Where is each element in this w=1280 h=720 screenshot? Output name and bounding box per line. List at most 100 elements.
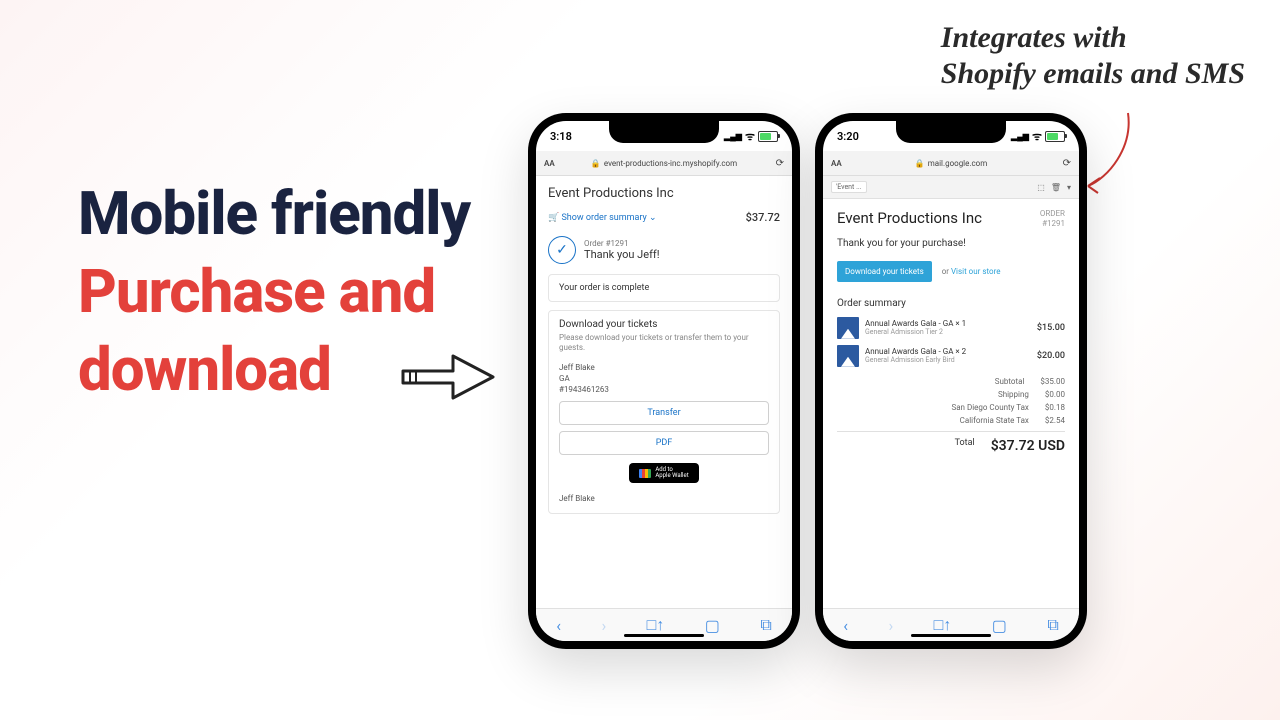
browser-bar: AA 🔒 event-productions-inc.myshopify.com… — [536, 151, 792, 176]
visit-store: or Visit our store — [942, 267, 1001, 276]
product-thumb — [837, 345, 859, 367]
item-variant: General Admission Early Bird — [865, 356, 1031, 364]
row-label: Shipping — [837, 390, 1029, 399]
download-sub: Please download your tickets or transfer… — [559, 333, 769, 354]
check-circle-icon: ✓ — [548, 236, 576, 264]
ticket-name: Jeff Blake — [559, 362, 769, 373]
download-title: Download your tickets — [559, 319, 769, 330]
list-item: Annual Awards Gala - GA × 1 General Admi… — [837, 317, 1065, 339]
table-row: San Diego County Tax $0.18 — [837, 401, 1065, 414]
cart-icon-group: 🛒 Show order summary ⌄ — [548, 213, 657, 223]
forward-icon[interactable]: › — [888, 616, 893, 635]
forward-icon[interactable]: › — [601, 616, 606, 635]
signal-icon: ▂▄▆ — [1011, 132, 1029, 141]
battery-icon — [758, 131, 778, 142]
sender-chip[interactable]: 'Event ... — [831, 181, 867, 193]
url-text: event-productions-inc.myshopify.com — [604, 159, 737, 168]
headline-line-2: Purchase and — [78, 253, 470, 331]
download-tickets-button[interactable]: Download your tickets — [837, 261, 932, 282]
wifi-icon: ᯤ — [1032, 129, 1042, 144]
annotation: Integrates with Shopify emails and SMS — [941, 20, 1245, 92]
table-row: Shipping$0.00 — [837, 388, 1065, 401]
ticket-id: #1943461263 — [559, 384, 769, 395]
store-title: Event Productions Inc — [548, 186, 780, 201]
grand-total-row: Total $37.72 USD — [837, 431, 1065, 456]
totals: Subtotal $35.00 Shipping$0.00 San Diego C… — [837, 375, 1065, 456]
back-icon[interactable]: ‹ — [556, 616, 561, 635]
text-size-icon[interactable]: AA — [831, 159, 842, 168]
annotation-line-2: Shopify emails and SMS — [941, 56, 1245, 92]
annotation-line-1: Integrates with — [941, 20, 1245, 56]
item-name: Annual Awards Gala - GA × 2 — [865, 347, 1031, 357]
download-tickets-card: Download your tickets Please download yo… — [548, 310, 780, 514]
row-value: $2.54 — [1045, 416, 1065, 425]
more-icon[interactable]: ▾ — [1067, 183, 1071, 192]
order-label: ORDER — [1040, 209, 1065, 219]
reload-icon[interactable]: ⟳ — [1063, 158, 1071, 169]
home-indicator[interactable] — [624, 634, 704, 637]
email-header: Event Productions Inc ORDER #1291 — [837, 209, 1065, 230]
ticket-tier: GA — [559, 373, 769, 384]
row-label: Subtotal — [837, 377, 1024, 386]
arrow-curve-icon — [1078, 108, 1138, 198]
item-name: Annual Awards Gala - GA × 1 — [865, 319, 1031, 329]
chevron-down-icon: ⌄ — [649, 213, 657, 223]
status-time: 3:18 — [550, 130, 572, 143]
row-label: California State Tax — [837, 416, 1029, 425]
row-label: Total — [837, 438, 975, 454]
share-icon[interactable]: □↑ — [647, 615, 665, 635]
share-icon[interactable]: □↑ — [934, 615, 952, 635]
order-complete-text: Your order is complete — [559, 283, 649, 293]
status-icons: ▂▄▆ ᯤ — [724, 129, 778, 144]
summary-toggle-label: Show order summary — [561, 213, 646, 223]
order-summary-toggle[interactable]: 🛒 Show order summary ⌄ $37.72 — [548, 211, 780, 224]
order-number: #1291 — [1040, 219, 1065, 229]
signal-icon: ▂▄▆ — [724, 132, 742, 141]
phone-checkout: 3:18 ▂▄▆ ᯤ AA 🔒 event-productions-inc.my… — [528, 113, 800, 649]
product-name: Annual Awards Gala - GA × 1 General Admi… — [865, 319, 1031, 337]
url-field[interactable]: 🔒 mail.google.com — [915, 159, 988, 168]
bookmarks-icon[interactable]: ▢ — [992, 616, 1007, 635]
tabs-icon[interactable]: ⧉ — [760, 615, 771, 635]
or-text: or — [942, 267, 949, 276]
reload-icon[interactable]: ⟳ — [776, 158, 784, 169]
archive-icon[interactable]: ⬚ — [1037, 183, 1045, 192]
row-label: San Diego County Tax — [837, 403, 1029, 412]
summary-price: $37.72 — [746, 211, 780, 224]
back-icon[interactable]: ‹ — [843, 616, 848, 635]
notch — [896, 121, 1006, 143]
row-value: $35.00 — [1040, 377, 1065, 386]
home-indicator[interactable] — [911, 634, 991, 637]
email-title: Event Productions Inc — [837, 209, 982, 229]
order-complete-card: Your order is complete — [548, 274, 780, 302]
url-text: mail.google.com — [928, 159, 988, 168]
email-body: Event Productions Inc ORDER #1291 Thank … — [823, 199, 1079, 466]
table-row: California State Tax $2.54 — [837, 414, 1065, 427]
notch — [609, 121, 719, 143]
url-field[interactable]: 🔒 event-productions-inc.myshopify.com — [591, 159, 737, 168]
delete-icon[interactable]: 🗑 — [1051, 183, 1061, 192]
text-size-icon[interactable]: AA — [544, 159, 555, 168]
apple-wallet-button[interactable]: Add to Apple Wallet — [629, 463, 699, 483]
marketing-slide: Mobile friendly Purchase and download In… — [0, 0, 1280, 720]
item-variant: General Admission Tier 2 — [865, 328, 1031, 336]
checkout-content: Event Productions Inc 🛒 Show order summa… — [536, 176, 792, 630]
row-value: $0.18 — [1045, 403, 1065, 412]
bookmarks-icon[interactable]: ▢ — [705, 616, 720, 635]
tabs-icon[interactable]: ⧉ — [1047, 615, 1058, 635]
pdf-button[interactable]: PDF — [559, 431, 769, 455]
email-thank: Thank you for your purchase! — [837, 238, 1065, 249]
transfer-button[interactable]: Transfer — [559, 401, 769, 425]
lock-icon: 🔒 — [591, 159, 601, 168]
ticket-info-2: Jeff Blake — [559, 493, 769, 504]
wallet-icon — [639, 469, 651, 478]
row-value: $37.72 USD — [991, 438, 1065, 454]
lock-icon: 🔒 — [915, 159, 925, 168]
visit-store-link[interactable]: Visit our store — [951, 267, 1001, 276]
order-summary-title: Order summary — [837, 298, 1065, 309]
order-label-block: ORDER #1291 — [1040, 209, 1065, 230]
gmail-toolbar: 'Event ... ⬚ 🗑 ▾ — [823, 176, 1079, 199]
browser-bar: AA 🔒 mail.google.com ⟳ — [823, 151, 1079, 176]
battery-icon — [1045, 131, 1065, 142]
cta-row: Download your tickets or Visit our store — [837, 259, 1065, 282]
